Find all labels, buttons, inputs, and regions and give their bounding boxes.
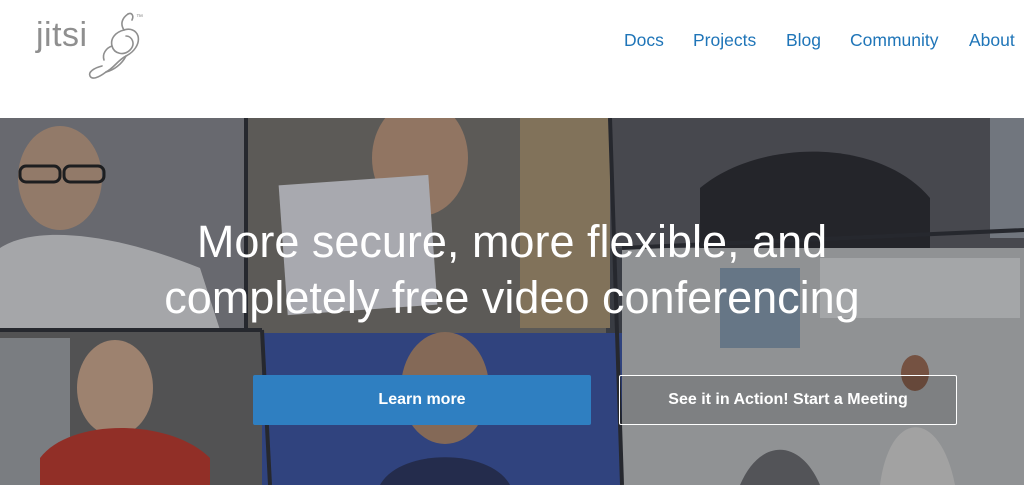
nav-projects[interactable]: Projects (693, 30, 756, 51)
learn-more-button[interactable]: Learn more (253, 375, 591, 425)
trademark-symbol: ™ (136, 14, 143, 21)
site-header: jitsi ™ Docs Projects Blog Community Abo… (0, 0, 1024, 118)
start-meeting-button[interactable]: See it in Action! Start a Meeting (619, 375, 957, 425)
nav-community[interactable]: Community (850, 30, 939, 51)
hero-section: More secure, more flexible, and complete… (0, 118, 1024, 485)
hero-title: More secure, more flexible, and complete… (0, 214, 1024, 326)
nav-about[interactable]: About (969, 30, 1015, 51)
hero-title-line-2: completely free video conferencing (164, 272, 860, 323)
nav-blog[interactable]: Blog (786, 30, 821, 51)
top-nav: Docs Projects Blog Community About (0, 30, 1024, 54)
nav-docs[interactable]: Docs (624, 30, 664, 51)
hero-title-line-1: More secure, more flexible, and (196, 216, 828, 267)
